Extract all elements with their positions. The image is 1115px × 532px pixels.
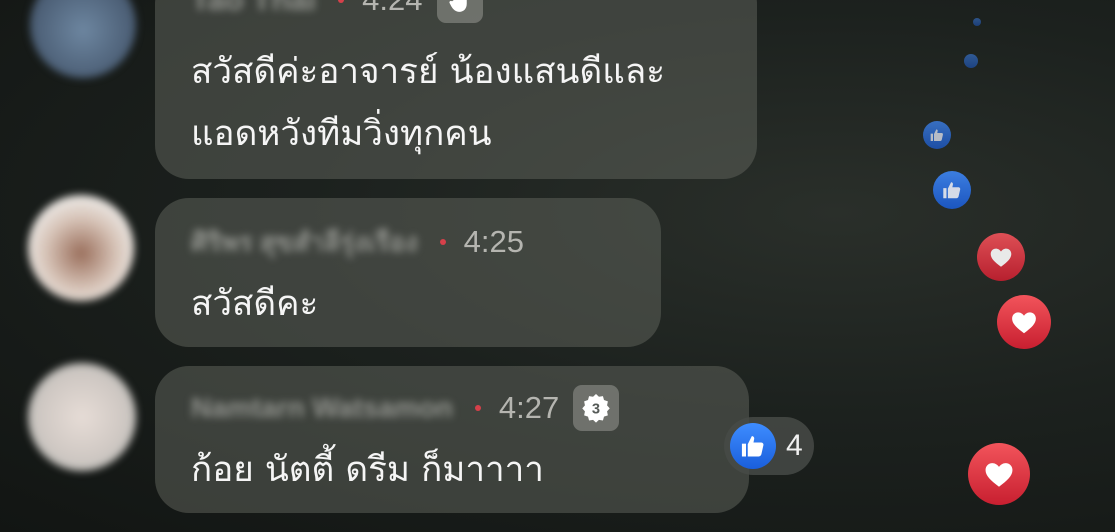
comment-time: 4:25 <box>463 224 525 259</box>
badge-number: 3 <box>592 402 600 418</box>
separator-dot <box>474 405 481 411</box>
floating-like-icon <box>933 171 971 209</box>
comment-bubble[interactable]: Namtarn Watsamon 4:27 3 ก้อย นัตตี้ ดรีม… <box>155 366 749 513</box>
comment-text: แอดหวังทีมวิ่งทุกคน <box>191 114 492 154</box>
floating-like-icon <box>964 54 978 68</box>
comment-time: 4:24 <box>362 0 422 18</box>
comment-bubble[interactable]: Tao Thai 4:24 สวัสดีค่ะอาจารย์ น้องแสนดี… <box>155 0 757 179</box>
comment-time: 4:27 <box>498 390 560 425</box>
floating-like-icon <box>923 121 951 149</box>
avatar[interactable] <box>28 195 134 301</box>
reaction-count-chip[interactable]: 4 <box>724 417 814 475</box>
reaction-count: 4 <box>786 429 803 462</box>
separator-dot <box>338 0 345 3</box>
floating-heart-icon <box>977 233 1025 281</box>
floating-heart-icon <box>997 295 1051 349</box>
floating-heart-icon <box>968 443 1030 505</box>
top-fan-badge-icon[interactable]: 3 <box>573 385 620 431</box>
comment-text: ก้อย นัตตี้ ดรีม ก็มาาาา <box>191 450 544 490</box>
avatar[interactable] <box>30 0 136 78</box>
commenter-name[interactable]: Namtarn Watsamon <box>191 392 453 424</box>
commenter-name[interactable]: ศิริพร สุขสำลีรุ่งเรือง <box>191 222 418 263</box>
comment-bubble[interactable]: ศิริพร สุขสำลีรุ่งเรือง 4:25 สวัสดีคะ <box>155 198 661 347</box>
separator-dot <box>439 239 446 245</box>
commenter-name[interactable]: Tao Thai <box>191 0 316 18</box>
comment-meta: ศิริพร สุขสำลีรุ่งเรือง 4:25 <box>191 222 524 262</box>
comment-text: สวัสดีค่ะอาจารย์ น้องแสนดีและ <box>191 52 666 92</box>
comment-meta: Tao Thai 4:24 <box>191 0 483 23</box>
avatar[interactable] <box>28 363 136 471</box>
floating-like-icon <box>973 18 981 26</box>
like-icon <box>730 423 776 469</box>
comment-text: สวัสดีคะ <box>191 284 319 324</box>
comment-meta: Namtarn Watsamon 4:27 3 <box>191 385 620 431</box>
wave-hand-icon <box>436 0 483 23</box>
